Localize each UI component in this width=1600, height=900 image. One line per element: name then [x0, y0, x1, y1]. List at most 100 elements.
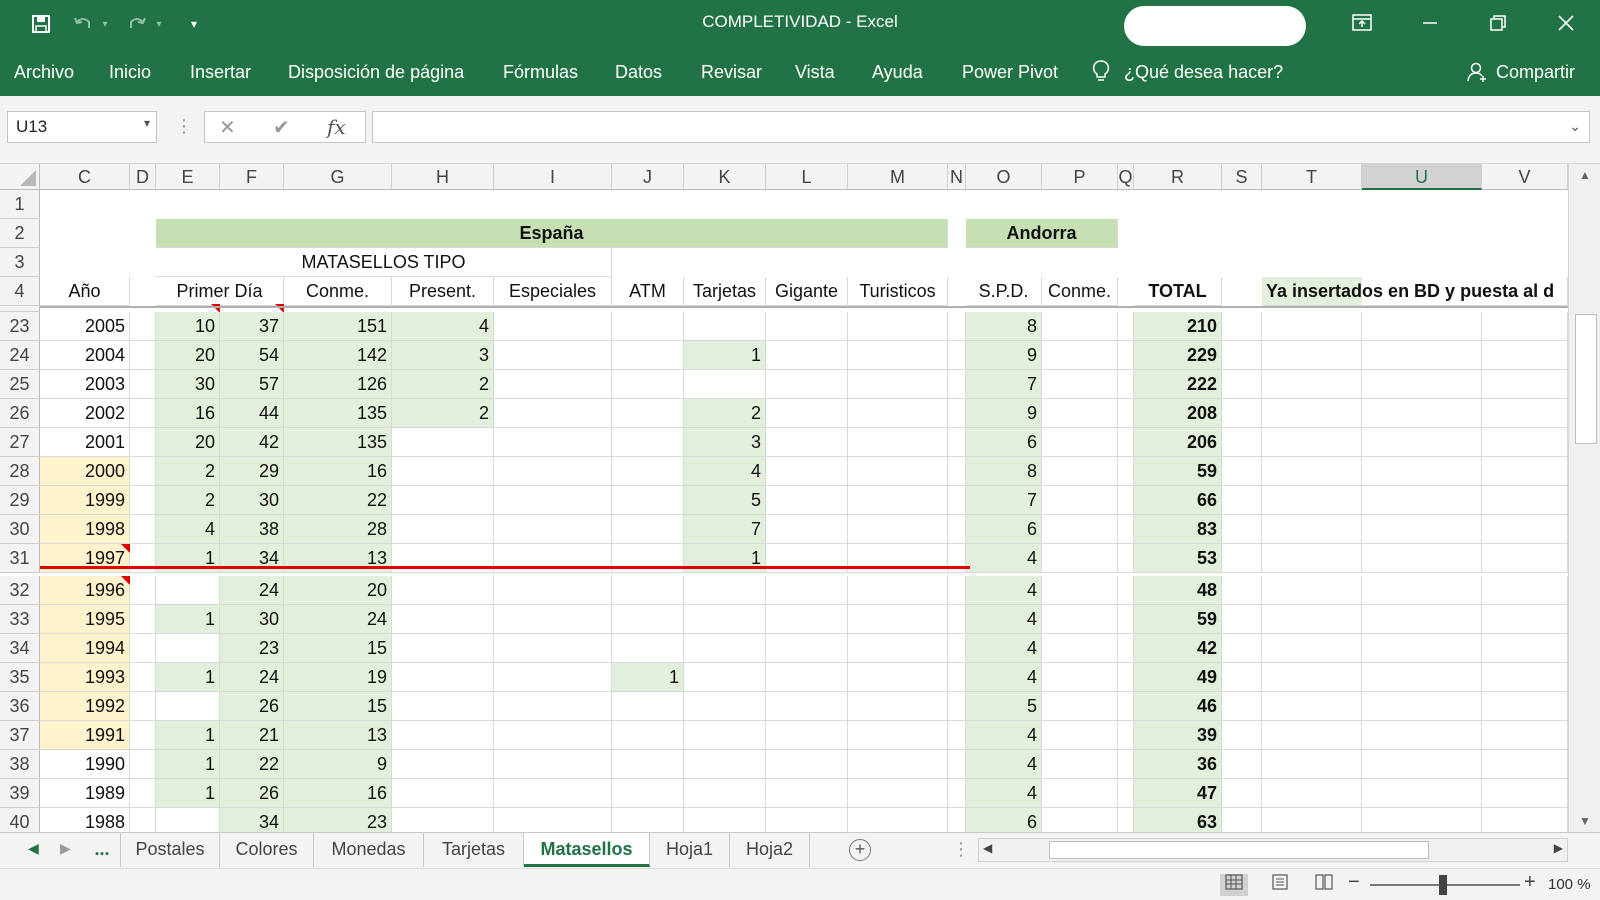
cell-u26[interactable]: [1362, 399, 1482, 428]
sheet-tab-hoja1[interactable]: Hoja1: [650, 833, 730, 867]
share-person-icon[interactable]: [1466, 61, 1488, 88]
cell-g32[interactable]: 20: [284, 576, 392, 605]
cell-g33[interactable]: 24: [284, 605, 392, 634]
cell-j39[interactable]: [612, 779, 684, 808]
cell-n29[interactable]: [948, 486, 966, 515]
chevron-down-icon[interactable]: ▾: [144, 116, 150, 130]
cell-t34[interactable]: [1262, 634, 1362, 663]
minimize-icon[interactable]: [1410, 6, 1450, 40]
cell-n28[interactable]: [948, 457, 966, 486]
cell-c28[interactable]: 2000: [40, 457, 130, 486]
cell-d34[interactable]: [130, 634, 156, 663]
cell-i36[interactable]: [494, 692, 612, 721]
cell-n24[interactable]: [948, 341, 966, 370]
cell-j23[interactable]: [612, 312, 684, 341]
cell-q28[interactable]: [1118, 457, 1134, 486]
vertical-scroll-thumb[interactable]: [1575, 314, 1597, 444]
cell-g35[interactable]: 19: [284, 663, 392, 692]
page-layout-view-icon[interactable]: [1266, 874, 1294, 896]
cell-f33[interactable]: 30: [220, 605, 284, 634]
cell-k25[interactable]: [684, 370, 766, 399]
cell-o27[interactable]: 6: [966, 428, 1042, 457]
cell-v33[interactable]: [1482, 605, 1568, 634]
cell-d30[interactable]: [130, 515, 156, 544]
cell-s40[interactable]: [1222, 808, 1262, 832]
cell-s34[interactable]: [1222, 634, 1262, 663]
expand-formula-bar-icon[interactable]: ⌄: [1569, 118, 1581, 135]
cell-k23[interactable]: [684, 312, 766, 341]
more-sheets-button[interactable]: ...: [84, 833, 120, 867]
sheet-tab-hoja2[interactable]: Hoja2: [730, 833, 810, 867]
cell-p38[interactable]: [1042, 750, 1118, 779]
cell-c24[interactable]: 2004: [40, 341, 130, 370]
cell-q32[interactable]: [1118, 576, 1134, 605]
comment-indicator-c32[interactable]: [121, 576, 130, 585]
cell-p34[interactable]: [1042, 634, 1118, 663]
cell-c40[interactable]: 1988: [40, 808, 130, 832]
cell-i38[interactable]: [494, 750, 612, 779]
cell-t40[interactable]: [1262, 808, 1362, 832]
cell-h24[interactable]: 3: [392, 341, 494, 370]
column-header-i[interactable]: I: [494, 164, 612, 190]
cell-o39[interactable]: 4: [966, 779, 1042, 808]
cell-d39[interactable]: [130, 779, 156, 808]
cell-h28[interactable]: [392, 457, 494, 486]
cell-l29[interactable]: [766, 486, 848, 515]
cell-q40[interactable]: [1118, 808, 1134, 832]
row-header-1[interactable]: 1: [0, 190, 40, 219]
cell-j32[interactable]: [612, 576, 684, 605]
column-header-t[interactable]: T: [1262, 164, 1362, 190]
tab-splitter-grip-icon[interactable]: ⋮: [952, 839, 970, 860]
cell-q29[interactable]: [1118, 486, 1134, 515]
cell-s26[interactable]: [1222, 399, 1262, 428]
cell-o34[interactable]: 4: [966, 634, 1042, 663]
cell-e30[interactable]: 4: [156, 515, 220, 544]
cell-t35[interactable]: [1262, 663, 1362, 692]
cell-j25[interactable]: [612, 370, 684, 399]
tab-revisar[interactable]: Revisar: [701, 62, 762, 83]
cell-n39[interactable]: [948, 779, 966, 808]
cell-i35[interactable]: [494, 663, 612, 692]
cell-i28[interactable]: [494, 457, 612, 486]
cell-f37[interactable]: 21: [220, 721, 284, 750]
cell-g24[interactable]: 142: [284, 341, 392, 370]
normal-view-icon[interactable]: [1220, 874, 1248, 896]
cell-v35[interactable]: [1482, 663, 1568, 692]
cell-p24[interactable]: [1042, 341, 1118, 370]
cell-p27[interactable]: [1042, 428, 1118, 457]
cell-o23[interactable]: 8: [966, 312, 1042, 341]
cell-v32[interactable]: [1482, 576, 1568, 605]
cell-s28[interactable]: [1222, 457, 1262, 486]
cell-i25[interactable]: [494, 370, 612, 399]
cell-o31[interactable]: 4: [966, 544, 1042, 573]
enter-entry-icon[interactable]: ✔: [273, 115, 290, 140]
cell-l32[interactable]: [766, 576, 848, 605]
tab-datos[interactable]: Datos: [615, 62, 662, 83]
cell-i26[interactable]: [494, 399, 612, 428]
cell-m29[interactable]: [848, 486, 948, 515]
cell-l34[interactable]: [766, 634, 848, 663]
cell-l23[interactable]: [766, 312, 848, 341]
cell-f26[interactable]: 44: [220, 399, 284, 428]
cell-t29[interactable]: [1262, 486, 1362, 515]
cell-t32[interactable]: [1262, 576, 1362, 605]
cell-e24[interactable]: 20: [156, 341, 220, 370]
cell-c23[interactable]: 2005: [40, 312, 130, 341]
cell-q37[interactable]: [1118, 721, 1134, 750]
cell-k33[interactable]: [684, 605, 766, 634]
sheet-tab-tarjetas[interactable]: Tarjetas: [424, 833, 524, 867]
cell-v25[interactable]: [1482, 370, 1568, 399]
cell-n36[interactable]: [948, 692, 966, 721]
cell-n38[interactable]: [948, 750, 966, 779]
cell-k28[interactable]: 4: [684, 457, 766, 486]
tell-me-search[interactable]: ¿Qué desea hacer?: [1124, 62, 1283, 83]
cell-v24[interactable]: [1482, 341, 1568, 370]
cell-p25[interactable]: [1042, 370, 1118, 399]
cell-r32[interactable]: 48: [1134, 576, 1222, 605]
cell-q23[interactable]: [1118, 312, 1134, 341]
cell-h38[interactable]: [392, 750, 494, 779]
row-header-36[interactable]: 36: [0, 692, 40, 721]
row-header-35[interactable]: 35: [0, 663, 40, 692]
cell-t38[interactable]: [1262, 750, 1362, 779]
cell-e28[interactable]: 2: [156, 457, 220, 486]
